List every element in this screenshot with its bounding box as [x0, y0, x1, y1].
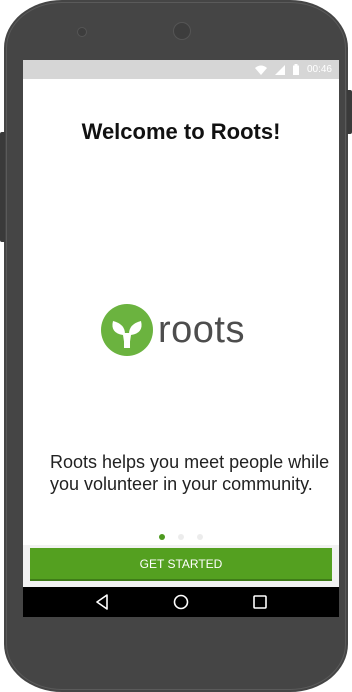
sensor-icon	[77, 27, 87, 37]
volume-button	[0, 132, 5, 242]
pager-dot-2[interactable]	[178, 534, 184, 540]
page-title: Welcome to Roots!	[81, 119, 281, 144]
sprout-icon	[101, 304, 153, 356]
status-time: 00:46	[306, 64, 332, 75]
recents-icon[interactable]	[250, 592, 270, 612]
system-nav-bar	[23, 587, 339, 617]
wifi-icon	[254, 65, 267, 75]
power-button	[347, 90, 352, 134]
signal-icon	[274, 64, 285, 75]
back-icon[interactable]	[92, 592, 112, 612]
cta-bar: GET STARTED	[23, 545, 339, 587]
logo-wordmark: roots	[158, 309, 245, 351]
welcome-page[interactable]: Welcome to Roots! roots Roots helps you …	[23, 79, 339, 547]
phone-frame: 00:46 Welcome to Roots! roots Roots help…	[4, 0, 348, 692]
home-icon[interactable]	[171, 592, 191, 612]
camera-icon	[173, 22, 191, 40]
pager-dot-3[interactable]	[197, 534, 203, 540]
roots-logo: roots	[101, 304, 245, 356]
status-bar: 00:46	[23, 60, 339, 79]
screen: 00:46 Welcome to Roots! roots Roots help…	[23, 60, 339, 617]
pager-dot-1[interactable]	[159, 534, 165, 540]
intro-text: Roots helps you meet people while you vo…	[50, 452, 330, 494]
get-started-button[interactable]: GET STARTED	[30, 548, 332, 581]
pager-indicator	[23, 534, 339, 540]
battery-icon	[292, 64, 299, 75]
